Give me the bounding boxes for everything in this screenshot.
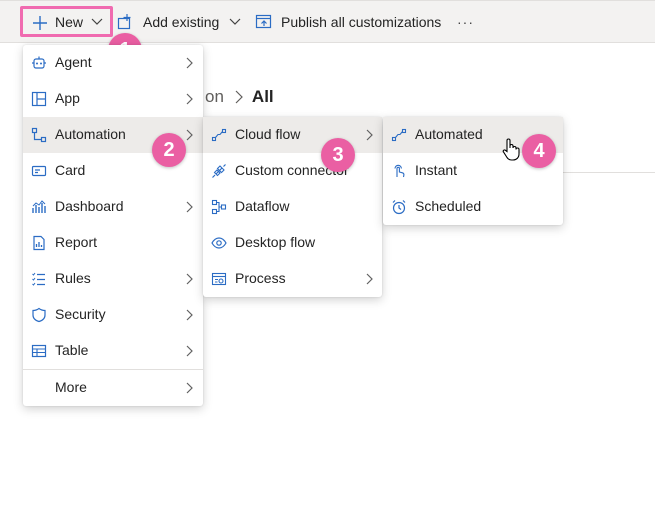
menu-item-dashboard[interactable]: Dashboard	[23, 189, 203, 225]
add-existing-icon	[117, 13, 131, 29]
hand-cursor-icon	[502, 138, 520, 161]
menu-item-label: Process	[235, 270, 286, 286]
chevron-right-icon	[366, 129, 373, 141]
menu-item-process[interactable]: Process	[203, 261, 382, 297]
menu-item-label: Report	[55, 234, 98, 250]
connector-icon	[212, 164, 226, 178]
app-icon	[31, 91, 47, 107]
chevron-right-icon	[186, 57, 193, 69]
step-badge-3: 3	[321, 138, 355, 172]
dataflow-icon	[211, 199, 227, 215]
chevron-down-icon	[229, 18, 241, 25]
report-icon	[33, 235, 45, 251]
menu-item-label: Card	[55, 162, 86, 178]
automation-icon	[31, 127, 47, 143]
menu-item-label: More	[55, 379, 87, 395]
menu-item-security[interactable]: Security	[23, 297, 203, 333]
add-existing-label: Add existing	[143, 13, 220, 30]
chevron-right-icon	[186, 273, 193, 285]
agent-icon	[32, 56, 46, 69]
menu-item-table[interactable]: Table	[23, 333, 203, 369]
menu-item-label: App	[55, 90, 80, 106]
more-commands-label: ···	[457, 13, 474, 30]
menu-item-label: Instant	[415, 162, 458, 178]
chevron-right-icon	[186, 93, 193, 105]
menu-item-label: Rules	[55, 270, 91, 286]
menu-item-agent[interactable]: Agent	[23, 45, 203, 81]
card-icon	[31, 165, 47, 177]
new-button-label: New	[55, 14, 84, 30]
clock-icon	[392, 200, 406, 215]
chevron-right-icon	[186, 345, 193, 357]
desktop-flow-icon	[211, 237, 227, 249]
chevron-right-icon	[186, 382, 193, 394]
menu-item-report[interactable]: Report	[23, 225, 203, 261]
chevron-down-icon	[91, 18, 103, 25]
chevron-right-icon	[366, 273, 373, 285]
automated-icon	[391, 128, 407, 142]
menu-item-more[interactable]: More	[23, 370, 203, 406]
table-icon	[31, 344, 47, 358]
publish-icon	[255, 14, 272, 28]
new-menu: Agent App Automation Card Dashboard Repo…	[23, 45, 203, 406]
menu-item-label: Dataflow	[235, 198, 290, 214]
menu-item-label: Automation	[55, 126, 126, 142]
command-bar: New Add existing Publish all customizati…	[0, 1, 655, 43]
menu-item-label: Security	[55, 306, 106, 322]
menu-item-app[interactable]: App	[23, 81, 203, 117]
touch-icon	[394, 164, 405, 178]
chevron-right-icon	[235, 90, 243, 104]
menu-item-scheduled[interactable]: Scheduled	[383, 189, 563, 225]
chevron-right-icon	[186, 129, 193, 141]
chevron-right-icon	[186, 201, 193, 213]
publish-all-label: Publish all customizations	[281, 13, 442, 30]
plus-icon	[33, 16, 47, 30]
menu-item-label: Agent	[55, 54, 92, 70]
menu-item-rules[interactable]: Rules	[23, 261, 203, 297]
menu-item-label: Dashboard	[55, 198, 124, 214]
new-button[interactable]: New	[20, 6, 113, 37]
more-commands-button[interactable]: ···	[457, 1, 477, 42]
menu-item-label: Automated	[415, 126, 483, 142]
breadcrumb-current: All	[251, 87, 274, 106]
menu-item-desktop-flow[interactable]: Desktop flow	[203, 225, 382, 261]
step-badge-2: 2	[152, 133, 186, 167]
dashboard-icon	[32, 200, 46, 213]
content-divider	[560, 172, 655, 173]
cloud-flow-icon	[211, 128, 227, 142]
breadcrumb-previous[interactable]: on	[205, 87, 224, 107]
shield-icon	[32, 307, 46, 323]
menu-item-custom-connector[interactable]: Custom connector	[203, 153, 382, 189]
menu-item-dataflow[interactable]: Dataflow	[203, 189, 382, 225]
menu-item-label: Desktop flow	[235, 234, 316, 250]
automation-submenu: Cloud flow Custom connector Dataflow Des…	[203, 117, 382, 297]
breadcrumb: on All	[205, 86, 274, 108]
step-badge-4: 4	[522, 134, 556, 168]
chevron-right-icon	[186, 309, 193, 321]
rules-icon	[32, 272, 45, 286]
menu-item-label: Scheduled	[415, 198, 482, 214]
menu-item-cloud-flow[interactable]: Cloud flow	[203, 117, 382, 153]
menu-item-label: Cloud flow	[235, 126, 301, 142]
process-icon	[211, 272, 227, 286]
menu-item-label: Table	[55, 342, 89, 358]
publish-all-button[interactable]: Publish all customizations	[255, 1, 445, 42]
